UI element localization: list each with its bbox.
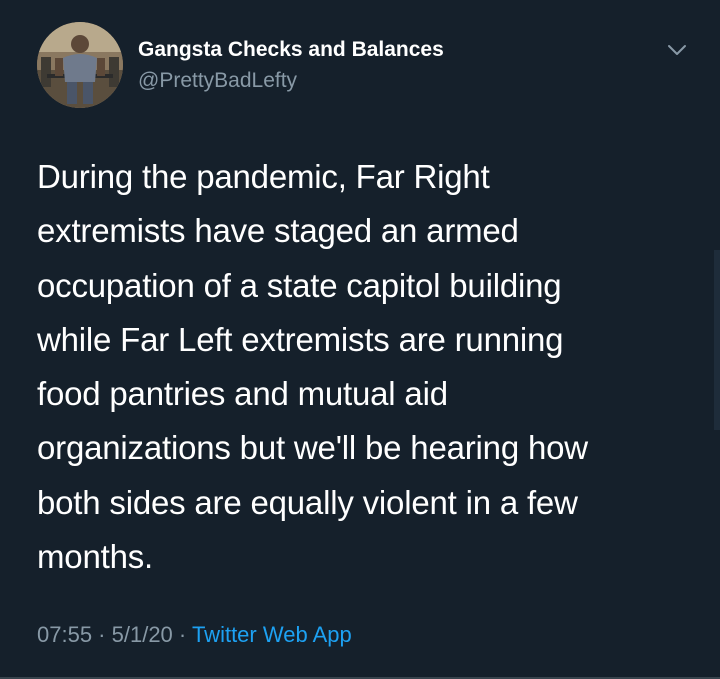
tweet-text-line: months. (37, 538, 153, 576)
chevron-down-icon[interactable] (664, 40, 690, 60)
meta-separator: · (92, 622, 112, 647)
meta-separator: · (172, 622, 192, 647)
user-avatar-icon (37, 22, 123, 108)
tweet-text: During the pandemic, Far Right extremist… (37, 150, 677, 584)
tweet-text-line: organizations but we'll be hearing how (37, 429, 588, 467)
tweet-text-line: During the pandemic, Far Right (37, 158, 490, 195)
tweet-text-line: while Far Left extremists are running (37, 320, 564, 358)
tweet-text-line: extremists have staged an armed (37, 212, 519, 250)
tweet-text-line: food pantries and mutual aid (37, 375, 448, 413)
tweet-source-link[interactable]: Twitter Web App (192, 622, 352, 647)
tweet-card: Gangsta Checks and Balances @PrettyBadLe… (0, 0, 720, 679)
scrollbar[interactable] (714, 250, 720, 430)
author-block[interactable]: Gangsta Checks and Balances @PrettyBadLe… (138, 36, 444, 95)
user-handle[interactable]: @PrettyBadLefty (138, 67, 444, 95)
tweet-date[interactable]: 5/1/20 (112, 622, 173, 647)
tweet-meta: 07:55 · 5/1/20 · Twitter Web App (37, 620, 352, 650)
tweet-text-line: occupation of a state capitol building (37, 266, 562, 304)
tweet-time[interactable]: 07:55 (37, 622, 92, 647)
tweet-text-line: both sides are equally violent in a few (37, 483, 578, 521)
avatar[interactable] (37, 22, 123, 108)
display-name[interactable]: Gangsta Checks and Balances (138, 36, 444, 64)
